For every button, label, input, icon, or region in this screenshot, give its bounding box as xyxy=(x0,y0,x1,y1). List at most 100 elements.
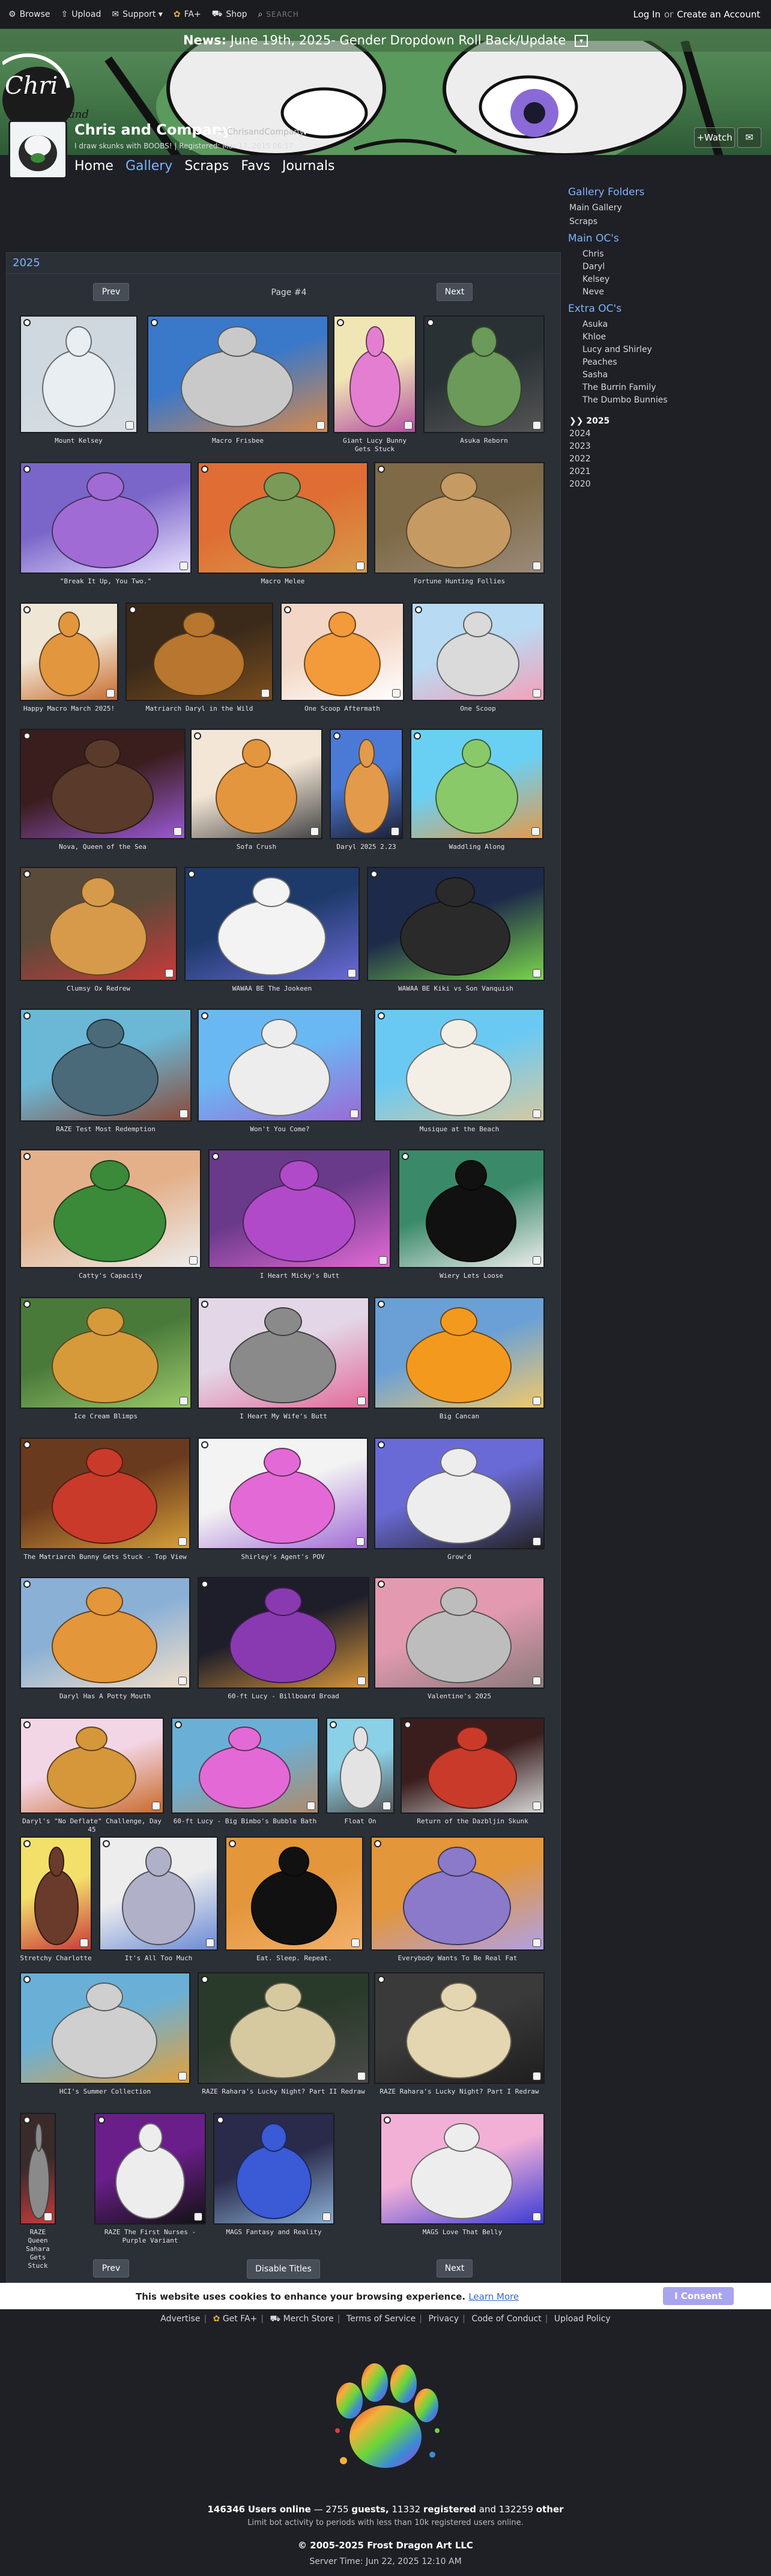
gallery-thumbnail[interactable] xyxy=(367,867,545,981)
tab-gallery[interactable]: Gallery xyxy=(125,159,172,174)
folder-dumbo-bunnies[interactable]: The Dumbo Bunnies xyxy=(568,395,766,405)
search-box[interactable]: ⌕ SEARCH xyxy=(258,0,299,29)
footer-tos[interactable]: Terms of Service xyxy=(346,2314,416,2324)
browse-link[interactable]: ⚙ Browse xyxy=(8,0,50,29)
send-note-button[interactable]: ✉ xyxy=(737,127,761,148)
gallery-thumbnail[interactable] xyxy=(184,867,360,981)
thumbnail-title[interactable]: I Heart Micky's Butt xyxy=(208,1272,391,1280)
thumbnail-title[interactable]: Daryl 2025 2.23 xyxy=(330,843,403,851)
folder-neve[interactable]: Neve xyxy=(568,287,766,297)
thumbnail-title[interactable]: Valentine's 2025 xyxy=(374,1692,545,1701)
thumbnail-title[interactable]: It's All Too Much xyxy=(99,1954,218,1963)
thumbnail-title[interactable]: Fortune Hunting Follies xyxy=(374,577,545,586)
thumbnail-title[interactable]: Macro Frisbee xyxy=(147,437,328,445)
prev-button-bottom[interactable]: Prev xyxy=(93,2259,129,2277)
thumbnail-title[interactable]: 60-ft Lucy - Big Bimbo's Bubble Bath xyxy=(171,1817,319,1826)
gallery-thumbnail[interactable] xyxy=(411,603,545,701)
thumbnail-title[interactable]: Everybody Wants To Be Real Fat xyxy=(370,1954,545,1963)
thumbnail-title[interactable]: Matriarch Daryl in the Wild xyxy=(125,705,273,713)
gallery-thumbnail[interactable] xyxy=(198,1297,369,1409)
gallery-thumbnail[interactable] xyxy=(20,1836,92,1951)
thumbnail-title[interactable]: RAZE The First Nurses - Purple Variant xyxy=(94,2228,206,2245)
gallery-thumbnail[interactable] xyxy=(125,603,273,701)
thumbnail-title[interactable]: Mount Kelsey xyxy=(20,437,138,445)
avatar[interactable] xyxy=(8,120,67,179)
thumbnail-title[interactable]: Big Cancan xyxy=(374,1412,545,1421)
folder-kelsey[interactable]: Kelsey xyxy=(568,275,766,284)
tab-favs[interactable]: Favs xyxy=(241,159,270,174)
gallery-thumbnail[interactable] xyxy=(423,315,545,433)
thumbnail-title[interactable]: I Heart My Wife's Butt xyxy=(198,1412,369,1421)
gallery-thumbnail[interactable] xyxy=(20,1972,190,2084)
tab-scraps[interactable]: Scraps xyxy=(184,159,229,174)
watch-button[interactable]: +Watch xyxy=(694,127,735,148)
gallery-thumbnail[interactable] xyxy=(374,1009,545,1122)
year-2025[interactable]: ❯❯ 2025 xyxy=(568,416,766,426)
gallery-thumbnail[interactable] xyxy=(374,1297,545,1409)
news-bar[interactable]: News: June 19th, 2025- Gender Dropdown R… xyxy=(0,29,771,52)
gallery-thumbnail[interactable] xyxy=(20,2113,56,2225)
thumbnail-title[interactable]: RAZE Rahara's Lucky Night? Part I Redraw xyxy=(374,2088,545,2096)
thumbnail-title[interactable]: One Scoop Aftermath xyxy=(280,705,404,713)
next-button-top[interactable]: Next xyxy=(437,283,473,301)
gallery-thumbnail[interactable] xyxy=(198,462,368,574)
folder-burrin-family[interactable]: The Burrin Family xyxy=(568,383,766,392)
thumbnail-title[interactable]: Happy Macro March 2025! xyxy=(20,705,118,713)
create-account-link[interactable]: Create an Account xyxy=(677,9,760,20)
thumbnail-title[interactable]: Shirley's Agent's POV xyxy=(198,1553,368,1561)
gallery-thumbnail[interactable] xyxy=(401,1718,545,1814)
thumbnail-title[interactable]: WAWAA BE Kiki vs Son Vanquish xyxy=(367,985,545,993)
gallery-thumbnail[interactable] xyxy=(208,1149,391,1268)
gallery-thumbnail[interactable] xyxy=(20,1149,201,1268)
year-2020[interactable]: 2020 xyxy=(568,479,766,489)
gallery-thumbnail[interactable] xyxy=(198,1438,368,1549)
gallery-thumbnail[interactable] xyxy=(330,729,403,839)
gallery-thumbnail[interactable] xyxy=(374,462,545,574)
thumbnail-title[interactable]: Giant Lucy Bunny Gets Stuck xyxy=(333,437,416,454)
thumbnail-title[interactable]: Won't You Come? xyxy=(198,1125,362,1134)
footer-advertise[interactable]: Advertise xyxy=(160,2314,200,2324)
upload-link[interactable]: ⇧ Upload xyxy=(61,0,101,29)
prev-button-top[interactable]: Prev xyxy=(93,283,129,301)
faplus-link[interactable]: ✿ FA+ xyxy=(174,0,201,29)
thumbnail-title[interactable]: Waddling Along xyxy=(410,843,543,851)
gallery-thumbnail[interactable] xyxy=(410,729,543,839)
gallery-thumbnail[interactable] xyxy=(370,1836,545,1951)
thumbnail-title[interactable]: RAZE Test Most Redemption xyxy=(20,1125,192,1134)
thumbnail-title[interactable]: Nova, Queen of the Sea xyxy=(20,843,186,851)
thumbnail-title[interactable]: Grow'd xyxy=(374,1553,545,1561)
thumbnail-title[interactable]: 60-ft Lucy - Billboard Broad xyxy=(198,1692,369,1701)
thumbnail-title[interactable]: Sofa Crush xyxy=(190,843,322,851)
gallery-thumbnail[interactable] xyxy=(20,1577,190,1689)
gallery-thumbnail[interactable] xyxy=(333,315,416,433)
login-link[interactable]: Log In xyxy=(633,9,661,20)
gallery-thumbnail[interactable] xyxy=(20,1438,190,1549)
gallery-thumbnail[interactable] xyxy=(99,1836,218,1951)
gallery-thumbnail[interactable] xyxy=(374,1577,545,1689)
thumbnail-title[interactable]: One Scoop xyxy=(411,705,545,713)
year-2021[interactable]: 2021 xyxy=(568,467,766,476)
gallery-thumbnail[interactable] xyxy=(198,1972,369,2084)
footer-merch[interactable]: Merch Store xyxy=(283,2314,334,2324)
thumbnail-title[interactable]: Daryl's "No Deflate" Challenge, Day 45 xyxy=(20,1817,164,1834)
folder-lucy-and-shirley[interactable]: Lucy and Shirley xyxy=(568,345,766,354)
year-2022[interactable]: 2022 xyxy=(568,454,766,464)
thumbnail-title[interactable]: Ice Cream Blimps xyxy=(20,1412,192,1421)
gallery-thumbnail[interactable] xyxy=(171,1718,319,1814)
consent-button[interactable]: I Consent xyxy=(663,2287,734,2305)
footer-coc[interactable]: Code of Conduct xyxy=(471,2314,541,2324)
thumbnail-title[interactable]: The Matriarch Bunny Gets Stuck - Top Vie… xyxy=(20,1553,190,1561)
folder-chris[interactable]: Chris xyxy=(568,249,766,259)
gallery-thumbnail[interactable] xyxy=(213,2113,334,2225)
thumbnail-title[interactable]: Float On xyxy=(326,1817,395,1826)
folder-peaches[interactable]: Peaches xyxy=(568,357,766,367)
thumbnail-title[interactable]: Clumsy Ox Redrew xyxy=(20,985,177,993)
year-2023[interactable]: 2023 xyxy=(568,442,766,451)
gallery-thumbnail[interactable] xyxy=(20,1009,192,1122)
thumbnail-title[interactable]: MAGS Fantasy and Reality xyxy=(213,2228,334,2237)
gallery-thumbnail[interactable] xyxy=(20,1297,192,1409)
thumbnail-title[interactable]: Musique at the Beach xyxy=(374,1125,545,1134)
thumbnail-title[interactable]: Asuka Reborn xyxy=(423,437,545,445)
shop-link[interactable]: ⛟ Shop xyxy=(212,0,247,29)
gallery-thumbnail[interactable] xyxy=(20,1718,164,1814)
